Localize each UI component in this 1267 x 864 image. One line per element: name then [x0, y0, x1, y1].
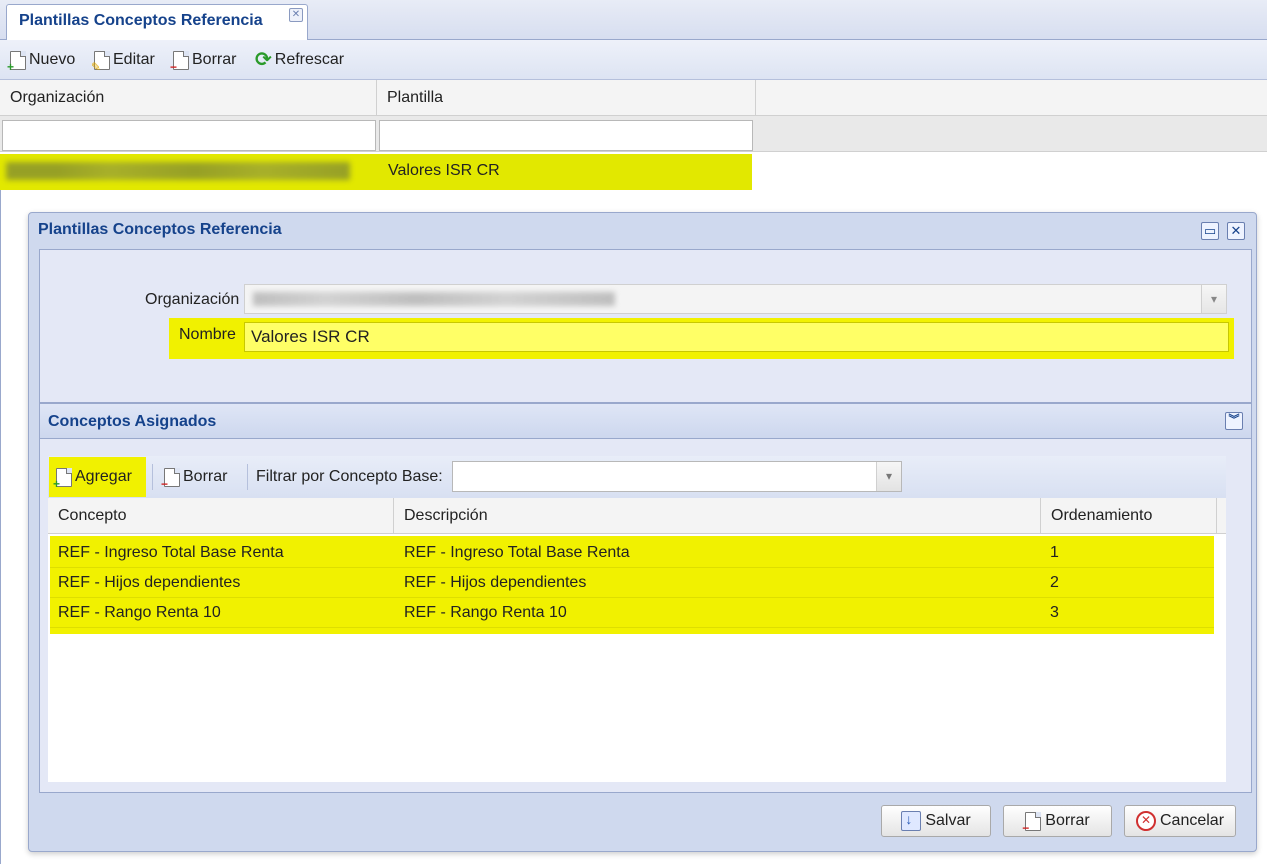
close-icon[interactable]: ✕: [1227, 222, 1245, 240]
dialog-title: Plantillas Conceptos Referencia: [38, 221, 282, 238]
borrar-label: Borrar: [192, 51, 237, 68]
cancelar-button[interactable]: ✕ Cancelar: [1124, 805, 1236, 837]
borrar-button[interactable]: − Borrar: [170, 47, 237, 73]
collapse-icon[interactable]: ︾: [1225, 412, 1243, 430]
orden-cell: 3: [1050, 604, 1059, 621]
table-row[interactable]: REF - Ingreso Total Base Renta REF - Ing…: [50, 538, 1214, 568]
document-delete-icon: −: [170, 50, 189, 73]
organizacion-label: Organización: [145, 291, 240, 308]
document-delete-icon: −: [1022, 811, 1042, 834]
filter-plantilla-input[interactable]: [379, 120, 753, 151]
tab-strip: Plantillas Conceptos Referencia ✕: [0, 0, 1267, 41]
left-divider: [0, 190, 1, 864]
nuevo-label: Nuevo: [29, 51, 76, 68]
column-header-concepto[interactable]: Concepto: [48, 498, 394, 533]
filter-organizacion-input[interactable]: [2, 120, 376, 151]
document-add-icon: +: [53, 467, 72, 490]
descripcion-cell: REF - Rango Renta 10: [404, 604, 567, 621]
orden-cell: 2: [1050, 574, 1059, 591]
dialog-borrar-label: Borrar: [1045, 812, 1090, 829]
grid-header: Organización Plantilla: [0, 80, 1267, 116]
tab-close-icon[interactable]: ✕: [289, 8, 303, 22]
dialog-borrar-button[interactable]: − Borrar: [1003, 805, 1112, 837]
toolbar-separator: [247, 464, 248, 490]
table-row[interactable]: REF - Hijos dependientes REF - Hijos dep…: [50, 568, 1214, 598]
chevron-down-icon[interactable]: ▾: [876, 462, 901, 491]
document-delete-icon: −: [161, 467, 180, 490]
refrescar-button[interactable]: ⟳ Refrescar: [255, 47, 344, 73]
column-header-descripcion[interactable]: Descripción: [394, 498, 1041, 533]
refresh-icon: ⟳: [255, 49, 272, 71]
cancelar-label: Cancelar: [1159, 812, 1225, 829]
conceptos-borrar-label: Borrar: [183, 468, 228, 485]
conceptos-toolbar: + Agregar − Borrar Filtrar por Concepto …: [48, 456, 1226, 499]
salvar-label: Salvar: [925, 812, 971, 829]
document-add-icon: +: [7, 50, 26, 73]
concepto-cell: REF - Ingreso Total Base Renta: [58, 544, 284, 561]
filtrar-label: Filtrar por Concepto Base:: [256, 468, 443, 485]
column-header-ordenamiento[interactable]: Ordenamiento: [1041, 498, 1217, 533]
table-row[interactable]: REF - Rango Renta 10 REF - Rango Renta 1…: [50, 598, 1214, 628]
document-edit-icon: ✎: [91, 50, 110, 73]
conceptos-title: Conceptos Asignados: [48, 413, 217, 430]
organizacion-cell-redacted: [6, 162, 350, 180]
orden-cell: 1: [1050, 544, 1059, 561]
save-icon: [901, 811, 922, 831]
tab-plantillas[interactable]: Plantillas Conceptos Referencia ✕: [6, 4, 308, 41]
conceptos-header: Conceptos Asignados ︾: [40, 404, 1251, 439]
toolbar-separator: [152, 464, 153, 490]
descripcion-cell: REF - Ingreso Total Base Renta: [404, 544, 630, 561]
filter-row: [0, 116, 1267, 152]
organizacion-value-redacted: [253, 292, 615, 306]
cancel-icon: ✕: [1135, 811, 1156, 831]
salvar-button[interactable]: Salvar: [881, 805, 991, 837]
refrescar-label: Refrescar: [274, 51, 345, 68]
tab-title: Plantillas Conceptos Referencia: [19, 12, 263, 29]
agregar-label: Agregar: [75, 468, 132, 485]
nombre-field[interactable]: Valores ISR CR: [244, 322, 1229, 352]
column-header-organizacion[interactable]: Organización: [0, 80, 377, 116]
conceptos-grid: Concepto Descripción Ordenamiento REF - …: [48, 498, 1226, 782]
editar-button[interactable]: ✎ Editar: [91, 47, 155, 73]
organizacion-combo[interactable]: ▾: [244, 284, 1227, 314]
column-header-plantilla[interactable]: Plantilla: [377, 80, 756, 116]
conceptos-borrar-button[interactable]: − Borrar: [161, 464, 228, 490]
maximize-icon[interactable]: ▭: [1201, 222, 1219, 240]
filtrar-concepto-combo[interactable]: ▾: [452, 461, 902, 492]
concepto-cell: REF - Hijos dependientes: [58, 574, 241, 591]
form-panel: Organización ▾ Nombre Valores ISR CR: [39, 249, 1252, 403]
agregar-button[interactable]: + Agregar: [53, 464, 132, 490]
nuevo-button[interactable]: + Nuevo: [7, 47, 76, 73]
editar-label: Editar: [113, 51, 155, 68]
main-toolbar: + Nuevo ✎ Editar − Borrar ⟳ Refrescar: [0, 40, 1267, 80]
plantilla-cell: Valores ISR CR: [388, 162, 500, 179]
chevron-down-icon[interactable]: ▾: [1201, 285, 1226, 313]
conceptos-panel: Conceptos Asignados ︾ + Agregar − Borrar…: [39, 403, 1252, 793]
nombre-label: Nombre: [179, 326, 236, 343]
conceptos-grid-header: Concepto Descripción Ordenamiento: [48, 498, 1226, 534]
concepto-cell: REF - Rango Renta 10: [58, 604, 221, 621]
edit-dialog: Plantillas Conceptos Referencia ▭ ✕ Orga…: [28, 212, 1257, 852]
table-row[interactable]: Valores ISR CR: [0, 154, 752, 190]
descripcion-cell: REF - Hijos dependientes: [404, 574, 587, 591]
